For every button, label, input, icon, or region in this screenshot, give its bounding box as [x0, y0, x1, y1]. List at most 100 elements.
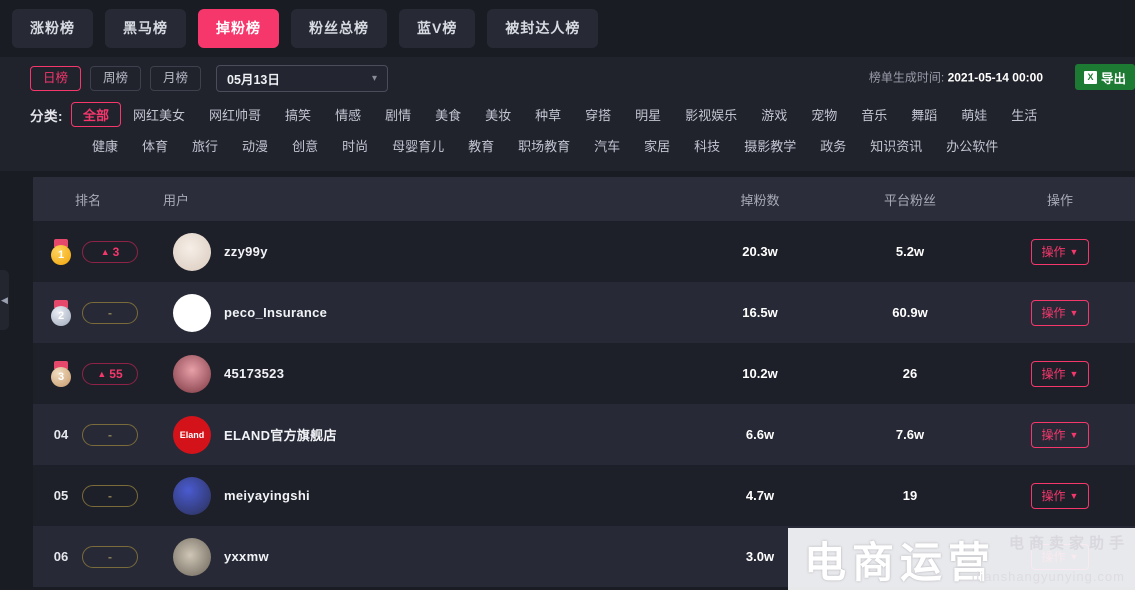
action-button[interactable]: 操作▼ — [1030, 360, 1090, 387]
category-wanghongshuaige[interactable]: 网红帅哥 — [197, 105, 273, 124]
category-mengwa[interactable]: 萌娃 — [949, 105, 999, 124]
rank-number: 3 — [51, 366, 71, 387]
user-cell[interactable]: meiyayingshi — [163, 476, 685, 515]
category-dongman[interactable]: 动漫 — [230, 136, 280, 155]
category-qiche[interactable]: 汽车 — [582, 136, 632, 155]
category-all[interactable]: 全部 — [71, 102, 122, 127]
watermark-sub-text: 电商卖家助手 — [1008, 535, 1129, 552]
platform-fans-value: 5.2w — [895, 244, 925, 259]
category-zhishizixun[interactable]: 知识资讯 — [858, 136, 934, 155]
export-button[interactable]: X 导出 — [1074, 64, 1135, 90]
drop-count-value: 4.7w — [745, 488, 775, 503]
category-label: 分类: — [30, 108, 63, 124]
avatar[interactable] — [173, 476, 211, 515]
action-button[interactable]: 操作▼ — [1030, 421, 1090, 448]
rank-number: 1 — [51, 244, 71, 265]
category-meishi[interactable]: 美食 — [423, 105, 473, 124]
category-filter: 分类: 全部 网红美女 网红帅哥 搞笑 情感 剧情 美食 美妆 种草 穿搭 明星… — [0, 97, 1135, 171]
date-picker[interactable]: 05月13日 ▾ — [216, 64, 389, 92]
sidebar-collapse-handle[interactable]: ◀ — [0, 270, 9, 330]
avatar[interactable] — [173, 293, 211, 332]
action-button-label: 操作 — [1041, 489, 1066, 503]
rank-change-value: - — [108, 488, 112, 503]
action-cell: 操作▼ — [985, 360, 1135, 387]
period-daily[interactable]: 日榜 — [30, 65, 82, 91]
rank-number: 05 — [53, 488, 69, 503]
action-button-label: 操作 — [1041, 245, 1066, 259]
tab-heimabang[interactable]: 黑马榜 — [105, 9, 186, 48]
user-cell[interactable]: yxxmw — [163, 537, 685, 576]
rank-cell: 06 - — [33, 544, 163, 570]
user-cell[interactable]: Eland ELAND官方旗舰店 — [163, 415, 685, 454]
period-weekly[interactable]: 周榜 — [90, 65, 142, 91]
period-monthly[interactable]: 月榜 — [150, 65, 202, 91]
tab-beifengdarenbang[interactable]: 被封达人榜 — [487, 9, 599, 48]
user-name[interactable]: ELAND官方旗舰店 — [224, 425, 337, 444]
header-action: 操作 — [1046, 192, 1073, 208]
watermark-url-text: dianshangyunying.com — [972, 569, 1125, 584]
rank-change-badge: - — [82, 301, 138, 324]
category-meizhuang[interactable]: 美妆 — [473, 105, 523, 124]
header-platform-fans: 平台粉丝 — [883, 192, 936, 208]
chevron-down-icon: ▼ — [1069, 429, 1079, 440]
user-name[interactable]: yxxmw — [224, 549, 269, 564]
rank-change-value: - — [108, 305, 112, 320]
user-cell[interactable]: peco_Insurance — [163, 293, 685, 332]
action-button[interactable]: 操作▼ — [1030, 482, 1090, 509]
medal-icon: 2 — [49, 299, 73, 326]
category-yinyue[interactable]: 音乐 — [849, 105, 899, 124]
category-muyingyuer[interactable]: 母婴育儿 — [380, 136, 456, 155]
rank-change-value: - — [108, 549, 112, 564]
category-youxi[interactable]: 游戏 — [749, 105, 799, 124]
category-mingxing[interactable]: 明星 — [623, 105, 673, 124]
user-name[interactable]: zzy99y — [224, 244, 268, 259]
user-cell[interactable]: 45173523 — [163, 354, 685, 393]
category-qinggan[interactable]: 情感 — [323, 105, 373, 124]
tab-lanvbang[interactable]: 蓝V榜 — [399, 9, 476, 48]
watermark-main-text: 电商运营 — [804, 540, 997, 587]
category-chuangyi[interactable]: 创意 — [280, 136, 330, 155]
category-chongwu[interactable]: 宠物 — [799, 105, 849, 124]
category-jiaju[interactable]: 家居 — [632, 136, 682, 155]
avatar[interactable]: Eland — [173, 415, 211, 454]
category-sheyingjiaoxue[interactable]: 摄影教学 — [732, 136, 808, 155]
user-cell[interactable]: zzy99y — [163, 232, 685, 271]
avatar[interactable] — [173, 354, 211, 393]
tab-diaofenbang[interactable]: 掉粉榜 — [198, 9, 279, 48]
user-name[interactable]: meiyayingshi — [224, 488, 310, 503]
category-jiaoyu[interactable]: 教育 — [456, 136, 506, 155]
category-tiyu[interactable]: 体育 — [130, 136, 180, 155]
tab-zhangfenbang[interactable]: 涨粉榜 — [12, 9, 93, 48]
category-lvxing[interactable]: 旅行 — [180, 136, 230, 155]
action-button[interactable]: 操作▼ — [1030, 299, 1090, 326]
category-bangongruanjian[interactable]: 办公软件 — [934, 136, 1010, 155]
category-keji[interactable]: 科技 — [682, 136, 732, 155]
category-shenghuo[interactable]: 生活 — [999, 105, 1049, 124]
category-zhongcao[interactable]: 种草 — [523, 105, 573, 124]
category-chuanda[interactable]: 穿搭 — [573, 105, 623, 124]
category-gaoxiao[interactable]: 搞笑 — [273, 105, 323, 124]
chevron-down-icon: ▾ — [372, 72, 378, 84]
export-button-label: 导出 — [1100, 71, 1126, 86]
action-button[interactable]: 操作▼ — [1030, 238, 1090, 265]
tab-fensizongbang[interactable]: 粉丝总榜 — [291, 9, 387, 48]
category-zhengwu[interactable]: 政务 — [808, 136, 858, 155]
chevron-down-icon: ▼ — [1069, 490, 1079, 501]
user-name[interactable]: peco_Insurance — [224, 305, 327, 320]
category-wanghongmeinv[interactable]: 网红美女 — [121, 105, 197, 124]
medal-icon: 1 — [49, 238, 73, 265]
category-juqing[interactable]: 剧情 — [373, 105, 423, 124]
category-shishang[interactable]: 时尚 — [330, 136, 380, 155]
category-yingshiyule[interactable]: 影视娱乐 — [673, 105, 749, 124]
medal-icon: 3 — [49, 360, 73, 387]
category-zhichangjiaoyu[interactable]: 职场教育 — [506, 136, 582, 155]
category-jiankang[interactable]: 健康 — [80, 136, 130, 155]
user-name[interactable]: 45173523 — [224, 366, 284, 381]
avatar[interactable] — [173, 232, 211, 271]
category-row-1: 分类: 全部 网红美女 网红帅哥 搞笑 情感 剧情 美食 美妆 种草 穿搭 明星… — [30, 99, 1121, 130]
rank-cell: 3 ▲ 55 — [33, 360, 163, 387]
action-cell: 操作▼ — [985, 299, 1135, 326]
rank-number: 04 — [53, 427, 69, 442]
avatar[interactable] — [173, 537, 211, 576]
category-wudao[interactable]: 舞蹈 — [899, 105, 949, 124]
